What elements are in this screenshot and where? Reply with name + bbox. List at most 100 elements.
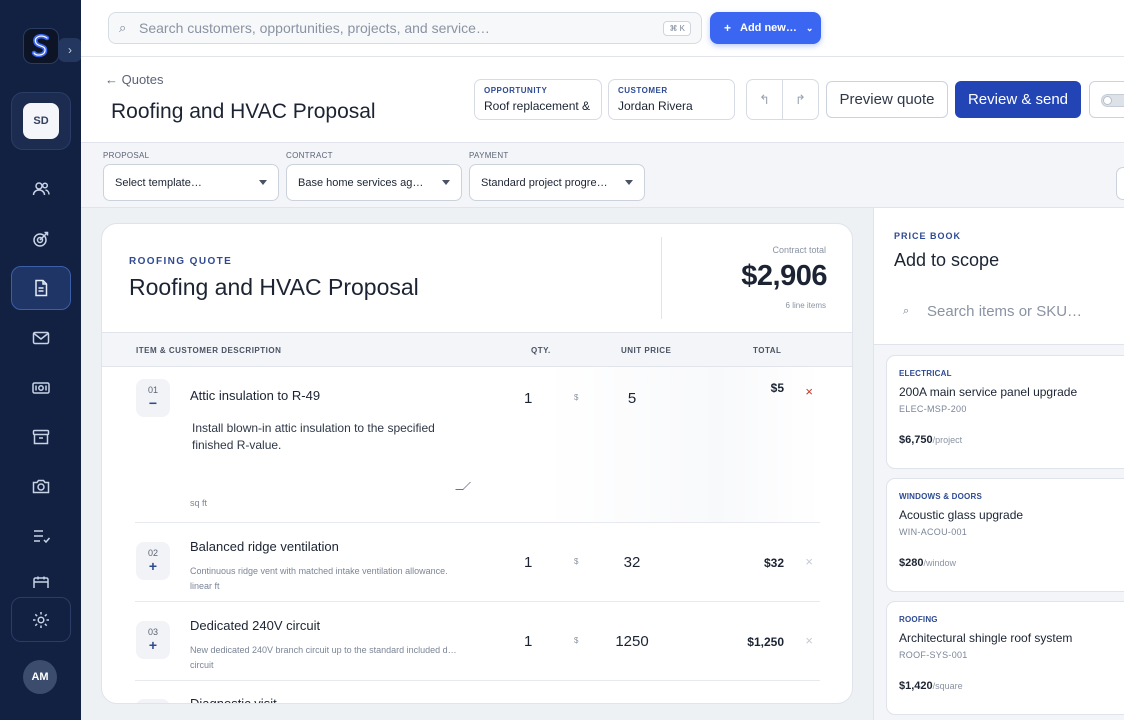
- proposal-template-select[interactable]: Select template…: [103, 164, 279, 201]
- opportunity-label: OPPORTUNITY: [484, 86, 548, 95]
- remove-line-icon[interactable]: ×: [805, 384, 813, 399]
- payment-selector-group: PAYMENT Standard project progre…: [469, 151, 645, 201]
- item-name: Architectural shingle roof system: [899, 631, 1073, 645]
- sidebar: › SD AM: [0, 0, 82, 720]
- item-category: ROOFING: [899, 615, 938, 624]
- review-send-button[interactable]: Review & send: [955, 81, 1081, 118]
- price-book-item[interactable]: ROOFING Architectural shingle roof syste…: [886, 601, 1124, 715]
- workspace-switcher[interactable]: SD: [11, 92, 71, 150]
- line-qty-input[interactable]: 1: [524, 633, 532, 650]
- line-item-name[interactable]: Diagnostic visit: [190, 696, 277, 703]
- sidebar-item-settings[interactable]: [11, 597, 71, 642]
- column-item: ITEM & CUSTOMER DESCRIPTION: [136, 346, 282, 355]
- search-icon: ⌕: [903, 304, 910, 317]
- currency-symbol: $: [574, 557, 579, 566]
- proposal-selector-group: PROPOSAL Select template…: [103, 151, 279, 201]
- sidebar-item-opportunities[interactable]: [11, 217, 71, 261]
- sidebar-item-payments[interactable]: [11, 366, 71, 410]
- item-price-unit: /square: [932, 681, 963, 691]
- history-controls: ↰ ↱: [746, 79, 819, 120]
- price-book-item[interactable]: WINDOWS & DOORS Acoustic glass upgrade W…: [886, 478, 1124, 592]
- line-items-header: ITEM & CUSTOMER DESCRIPTION QTY. UNIT PR…: [102, 332, 852, 367]
- line-unit: sq ft: [190, 498, 208, 508]
- plus-icon: +: [724, 21, 732, 35]
- line-description-text: Install blown-in attic insulation to the…: [192, 421, 435, 452]
- line-item-toggle[interactable]: 02 +: [136, 542, 170, 580]
- line-unit-price-input[interactable]: 32: [602, 554, 662, 571]
- user-avatar[interactable]: AM: [23, 660, 57, 694]
- opportunity-field[interactable]: OPPORTUNITY Roof replacement &: [474, 79, 602, 120]
- item-price-unit: /window: [923, 558, 956, 568]
- expand-icon: +: [148, 637, 158, 653]
- expand-icon: +: [148, 558, 158, 574]
- column-qty: QTY.: [531, 346, 551, 355]
- item-price-amount: $280: [899, 557, 924, 569]
- sidebar-item-customers[interactable]: [11, 167, 71, 211]
- price-book-header: PRICE BOOK Add to scope ⌕ Search items o…: [874, 208, 1124, 345]
- chevron-down-icon: ⌄: [805, 22, 814, 33]
- preview-quote-button[interactable]: Preview quote: [826, 81, 948, 118]
- item-sku: ELEC-MSP-200: [899, 404, 967, 414]
- resize-handle-icon[interactable]: [455, 482, 471, 490]
- payment-value: Standard project progre…: [481, 176, 608, 189]
- line-item-toggle[interactable]: 01 −: [136, 379, 170, 417]
- item-name: Acoustic glass upgrade: [899, 508, 1024, 522]
- item-price-unit: /project: [932, 435, 963, 445]
- back-to-quotes-link[interactable]: ← Quotes: [105, 72, 164, 87]
- item-price-amount: $1,420: [899, 680, 933, 692]
- line-description-textarea[interactable]: Install blown-in attic insulation to the…: [190, 417, 471, 492]
- line-total: $1,250: [747, 635, 784, 649]
- line-item-name[interactable]: Dedicated 240V circuit: [190, 618, 320, 633]
- contract-total: $2,906: [741, 260, 827, 292]
- item-category: WINDOWS & DOORS: [899, 492, 982, 501]
- sidebar-collapse-button[interactable]: ›: [58, 38, 82, 62]
- calendar-icon: [33, 576, 49, 588]
- keyboard-shortcut-badge: ⌘ K: [663, 20, 691, 36]
- undo-button[interactable]: ↰: [747, 80, 783, 119]
- payment-schedule-select[interactable]: Standard project progre…: [469, 164, 645, 201]
- sidebar-item-tasks[interactable]: [11, 514, 71, 558]
- proposal-label: PROPOSAL: [103, 151, 150, 160]
- document-selectors: PROPOSAL Select template… CONTRACT Base …: [81, 143, 1124, 208]
- quote-card: ROOFING QUOTE Roofing and HVAC Proposal …: [101, 223, 853, 704]
- caret-down-icon: [442, 180, 450, 185]
- price-book-title: Add to scope: [894, 250, 1000, 270]
- price-book-label: PRICE BOOK: [894, 231, 962, 241]
- top-bar: ⌕ Search customers, opportunities, proje…: [81, 0, 1124, 57]
- line-number: 02: [147, 548, 158, 558]
- sidebar-item-messages[interactable]: [11, 316, 71, 360]
- contract-select[interactable]: Base home services ag…: [286, 164, 462, 201]
- line-item-row: 01 − Attic insulation to R-49 Install bl…: [135, 367, 820, 523]
- line-item-name[interactable]: Balanced ridge ventilation: [190, 539, 339, 554]
- price-book-item[interactable]: ELECTRICAL 200A main service panel upgra…: [886, 355, 1124, 469]
- line-item-toggle[interactable]: 03 +: [136, 621, 170, 659]
- customer-field[interactable]: CUSTOMER Jordan Rivera: [608, 79, 735, 120]
- toggle-switch[interactable]: [1101, 94, 1124, 107]
- overflow-control[interactable]: [1116, 167, 1124, 200]
- sidebar-item-inventory[interactable]: [11, 415, 71, 459]
- money-icon: [32, 382, 50, 394]
- line-qty-input[interactable]: 1: [524, 554, 532, 571]
- line-qty-input[interactable]: 1: [524, 390, 532, 407]
- sidebar-item-calendar[interactable]: [11, 564, 71, 588]
- quote-type-label: ROOFING QUOTE: [129, 256, 233, 267]
- line-unit-price-input[interactable]: 5: [602, 390, 662, 407]
- sidebar-item-photos[interactable]: [11, 464, 71, 508]
- line-item-name[interactable]: Attic insulation to R-49: [190, 388, 320, 403]
- remove-line-icon[interactable]: ×: [805, 554, 813, 569]
- toggle-knob: [1103, 96, 1112, 105]
- sidebar-item-quotes[interactable]: [11, 266, 71, 310]
- contract-total-label: Contract total: [772, 245, 826, 255]
- remove-line-icon[interactable]: ×: [805, 633, 813, 648]
- add-new-button[interactable]: + Add new… ⌄: [710, 12, 821, 44]
- line-item-toggle[interactable]: [136, 699, 170, 703]
- quote-header: ← Quotes Roofing and HVAC Proposal OPPOR…: [81, 57, 1124, 143]
- price-book-search-input[interactable]: ⌕ Search items or SKU…: [894, 298, 1124, 324]
- global-search-input[interactable]: ⌕ Search customers, opportunities, proje…: [108, 12, 702, 44]
- app-logo[interactable]: [23, 28, 59, 64]
- redo-button[interactable]: ↱: [783, 80, 818, 119]
- workspace-badge: SD: [23, 103, 59, 139]
- summary-divider: [661, 237, 662, 319]
- line-unit-price-input[interactable]: 1250: [602, 633, 662, 650]
- item-category: ELECTRICAL: [899, 369, 952, 378]
